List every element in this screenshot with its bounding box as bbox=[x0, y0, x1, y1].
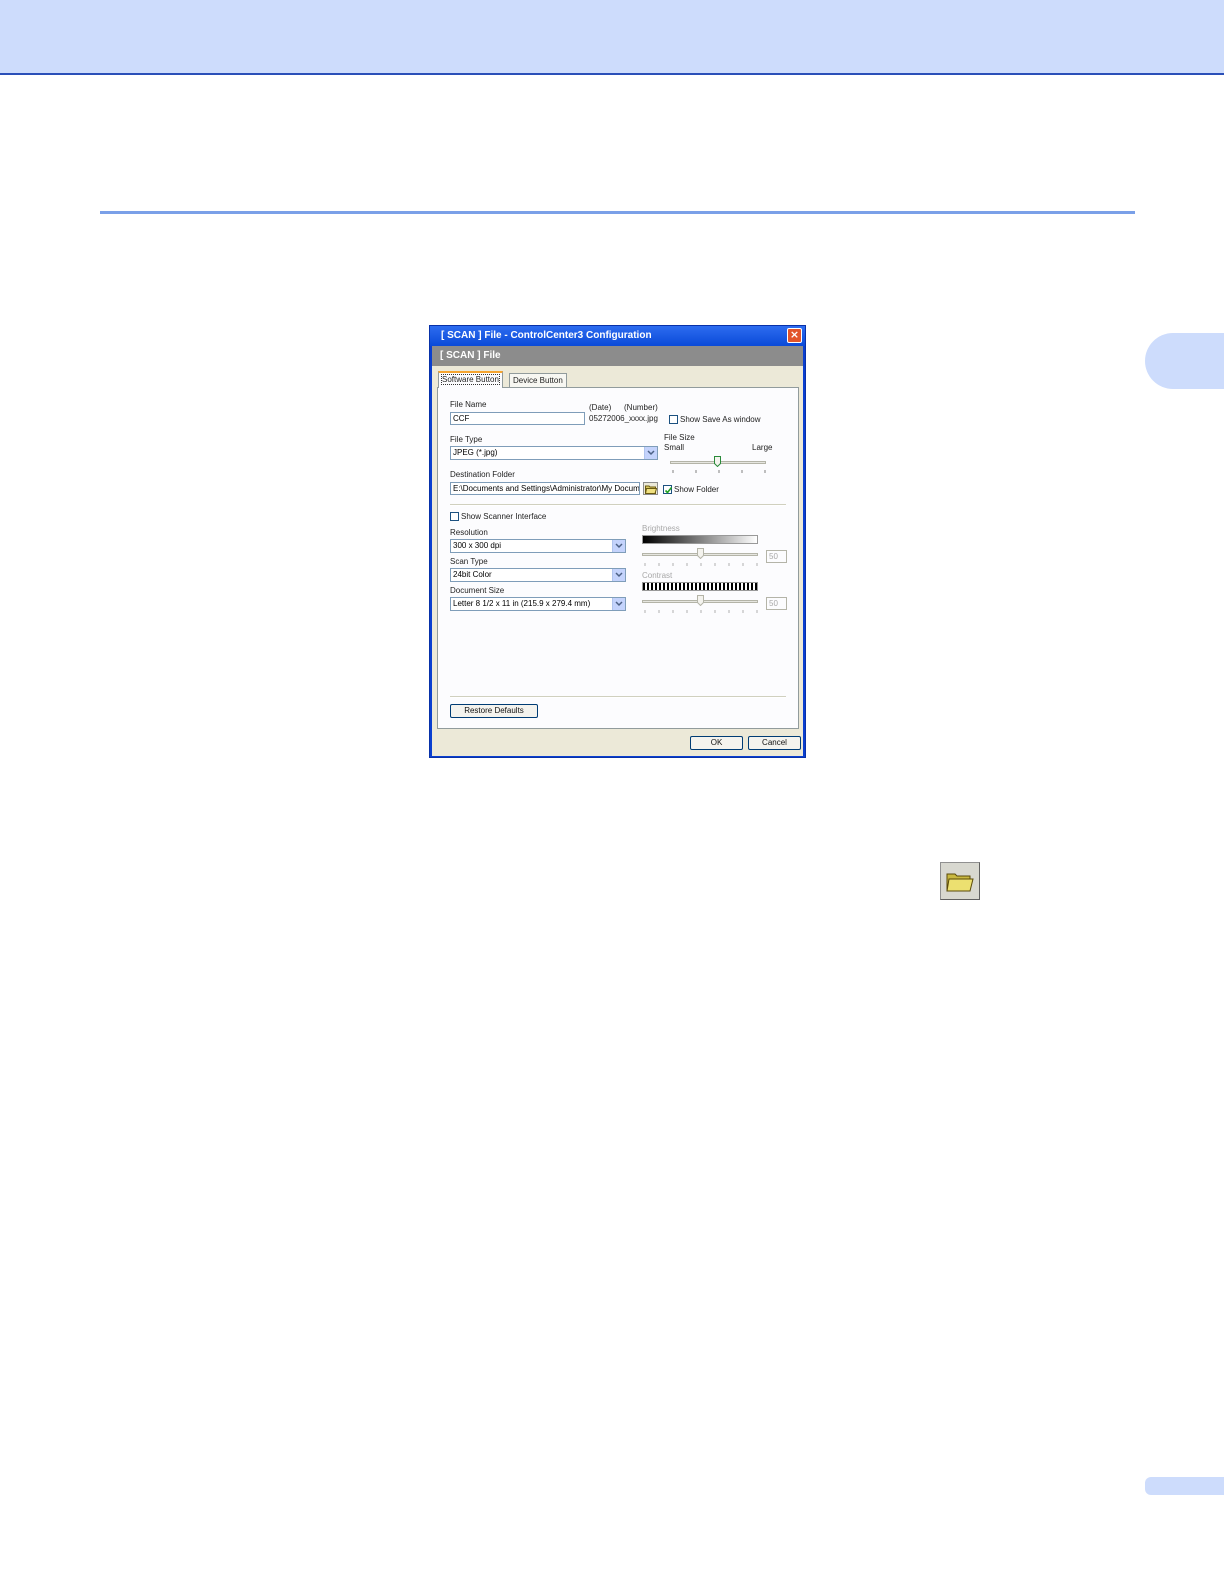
folder-icon bbox=[645, 485, 657, 494]
chevron-down-icon bbox=[612, 569, 625, 581]
file-size-small-label: Small bbox=[664, 443, 685, 452]
file-name-label: File Name bbox=[450, 400, 487, 409]
page-number-tab bbox=[1145, 1477, 1224, 1495]
brightness-value[interactable]: 50 bbox=[766, 550, 787, 563]
chevron-down-icon bbox=[612, 540, 625, 552]
dialog-title: [ SCAN ] File - ControlCenter3 Configura… bbox=[441, 330, 652, 341]
dialog-client-area: [ SCAN ] File Software Button Device But… bbox=[432, 346, 803, 756]
file-type-value: JPEG (*.jpg) bbox=[453, 448, 498, 457]
show-folder-label: Show Folder bbox=[674, 485, 719, 494]
file-size-large-label: Large bbox=[752, 443, 773, 452]
show-save-as-checkbox[interactable] bbox=[669, 415, 678, 424]
document-size-label: Document Size bbox=[450, 586, 505, 595]
resolution-value: 300 x 300 dpi bbox=[453, 541, 502, 550]
file-type-select[interactable]: JPEG (*.jpg) bbox=[450, 446, 658, 460]
cancel-button[interactable]: Cancel bbox=[748, 736, 801, 750]
file-size-slider[interactable] bbox=[714, 456, 721, 467]
contrast-value[interactable]: 50 bbox=[766, 597, 787, 610]
file-type-label: File Type bbox=[450, 435, 483, 444]
brightness-label: Brightness bbox=[642, 524, 680, 533]
dialog-titlebar: [ SCAN ] File - ControlCenter3 Configura… bbox=[430, 326, 805, 346]
section-divider bbox=[100, 211, 1135, 214]
file-name-preview: 05272006_xxxx.jpg bbox=[589, 414, 658, 423]
banner-title: [ SCAN ] File bbox=[440, 350, 501, 361]
brightness-ticks bbox=[644, 563, 758, 566]
scan-type-label: Scan Type bbox=[450, 557, 488, 566]
section-separator bbox=[450, 504, 786, 506]
show-scanner-interface-checkbox[interactable] bbox=[450, 512, 459, 521]
close-button[interactable]: × bbox=[787, 328, 802, 343]
resolution-select[interactable]: 300 x 300 dpi bbox=[450, 539, 626, 553]
restore-defaults-button[interactable]: Restore Defaults bbox=[450, 704, 538, 718]
document-size-select[interactable]: Letter 8 1/2 x 11 in (215.9 x 279.4 mm) bbox=[450, 597, 626, 611]
show-folder-checkbox[interactable] bbox=[663, 485, 673, 494]
contrast-pattern bbox=[642, 582, 758, 591]
bottom-separator bbox=[450, 696, 786, 698]
brightness-slider[interactable] bbox=[697, 548, 704, 559]
number-label: (Number) bbox=[624, 403, 658, 412]
brightness-gradient bbox=[642, 535, 758, 544]
resolution-label: Resolution bbox=[450, 528, 488, 537]
dialog-banner: [ SCAN ] File bbox=[432, 346, 803, 366]
contrast-label: Contrast bbox=[642, 571, 673, 580]
contrast-ticks bbox=[644, 610, 758, 613]
contrast-slider[interactable] bbox=[697, 595, 704, 606]
page-header-band bbox=[0, 0, 1224, 75]
destination-folder-input[interactable]: E:\Documents and Settings\Administrator\… bbox=[450, 482, 640, 495]
file-name-input[interactable]: CCF bbox=[450, 412, 585, 425]
ok-button[interactable]: OK bbox=[690, 736, 743, 750]
destination-folder-label: Destination Folder bbox=[450, 470, 515, 479]
browse-folder-button[interactable] bbox=[643, 482, 658, 495]
scan-type-select[interactable]: 24bit Color bbox=[450, 568, 626, 582]
tab-panel-software-button: File Name CCF (Date) (Number) 05272006_x… bbox=[437, 387, 799, 729]
file-size-label: File Size bbox=[664, 433, 695, 442]
date-label: (Date) bbox=[589, 403, 612, 412]
folder-icon-illustration bbox=[940, 862, 980, 900]
close-icon: × bbox=[789, 328, 800, 341]
chapter-side-tab bbox=[1145, 333, 1224, 389]
file-size-ticks bbox=[672, 470, 766, 473]
chevron-down-icon bbox=[612, 598, 625, 610]
show-save-as-label: Show Save As window bbox=[680, 415, 761, 424]
tab-label: Device Button bbox=[513, 376, 563, 385]
scan-type-value: 24bit Color bbox=[453, 570, 492, 579]
tab-software-button[interactable]: Software Button bbox=[438, 371, 503, 388]
folder-icon bbox=[946, 873, 974, 892]
show-scanner-interface-label: Show Scanner Interface bbox=[461, 512, 547, 521]
document-size-value: Letter 8 1/2 x 11 in (215.9 x 279.4 mm) bbox=[453, 599, 591, 608]
scan-file-config-dialog: [ SCAN ] File - ControlCenter3 Configura… bbox=[429, 325, 806, 758]
tab-device-button[interactable]: Device Button bbox=[509, 373, 567, 387]
tab-label: Software Button bbox=[441, 374, 500, 385]
chevron-down-icon bbox=[644, 447, 657, 459]
